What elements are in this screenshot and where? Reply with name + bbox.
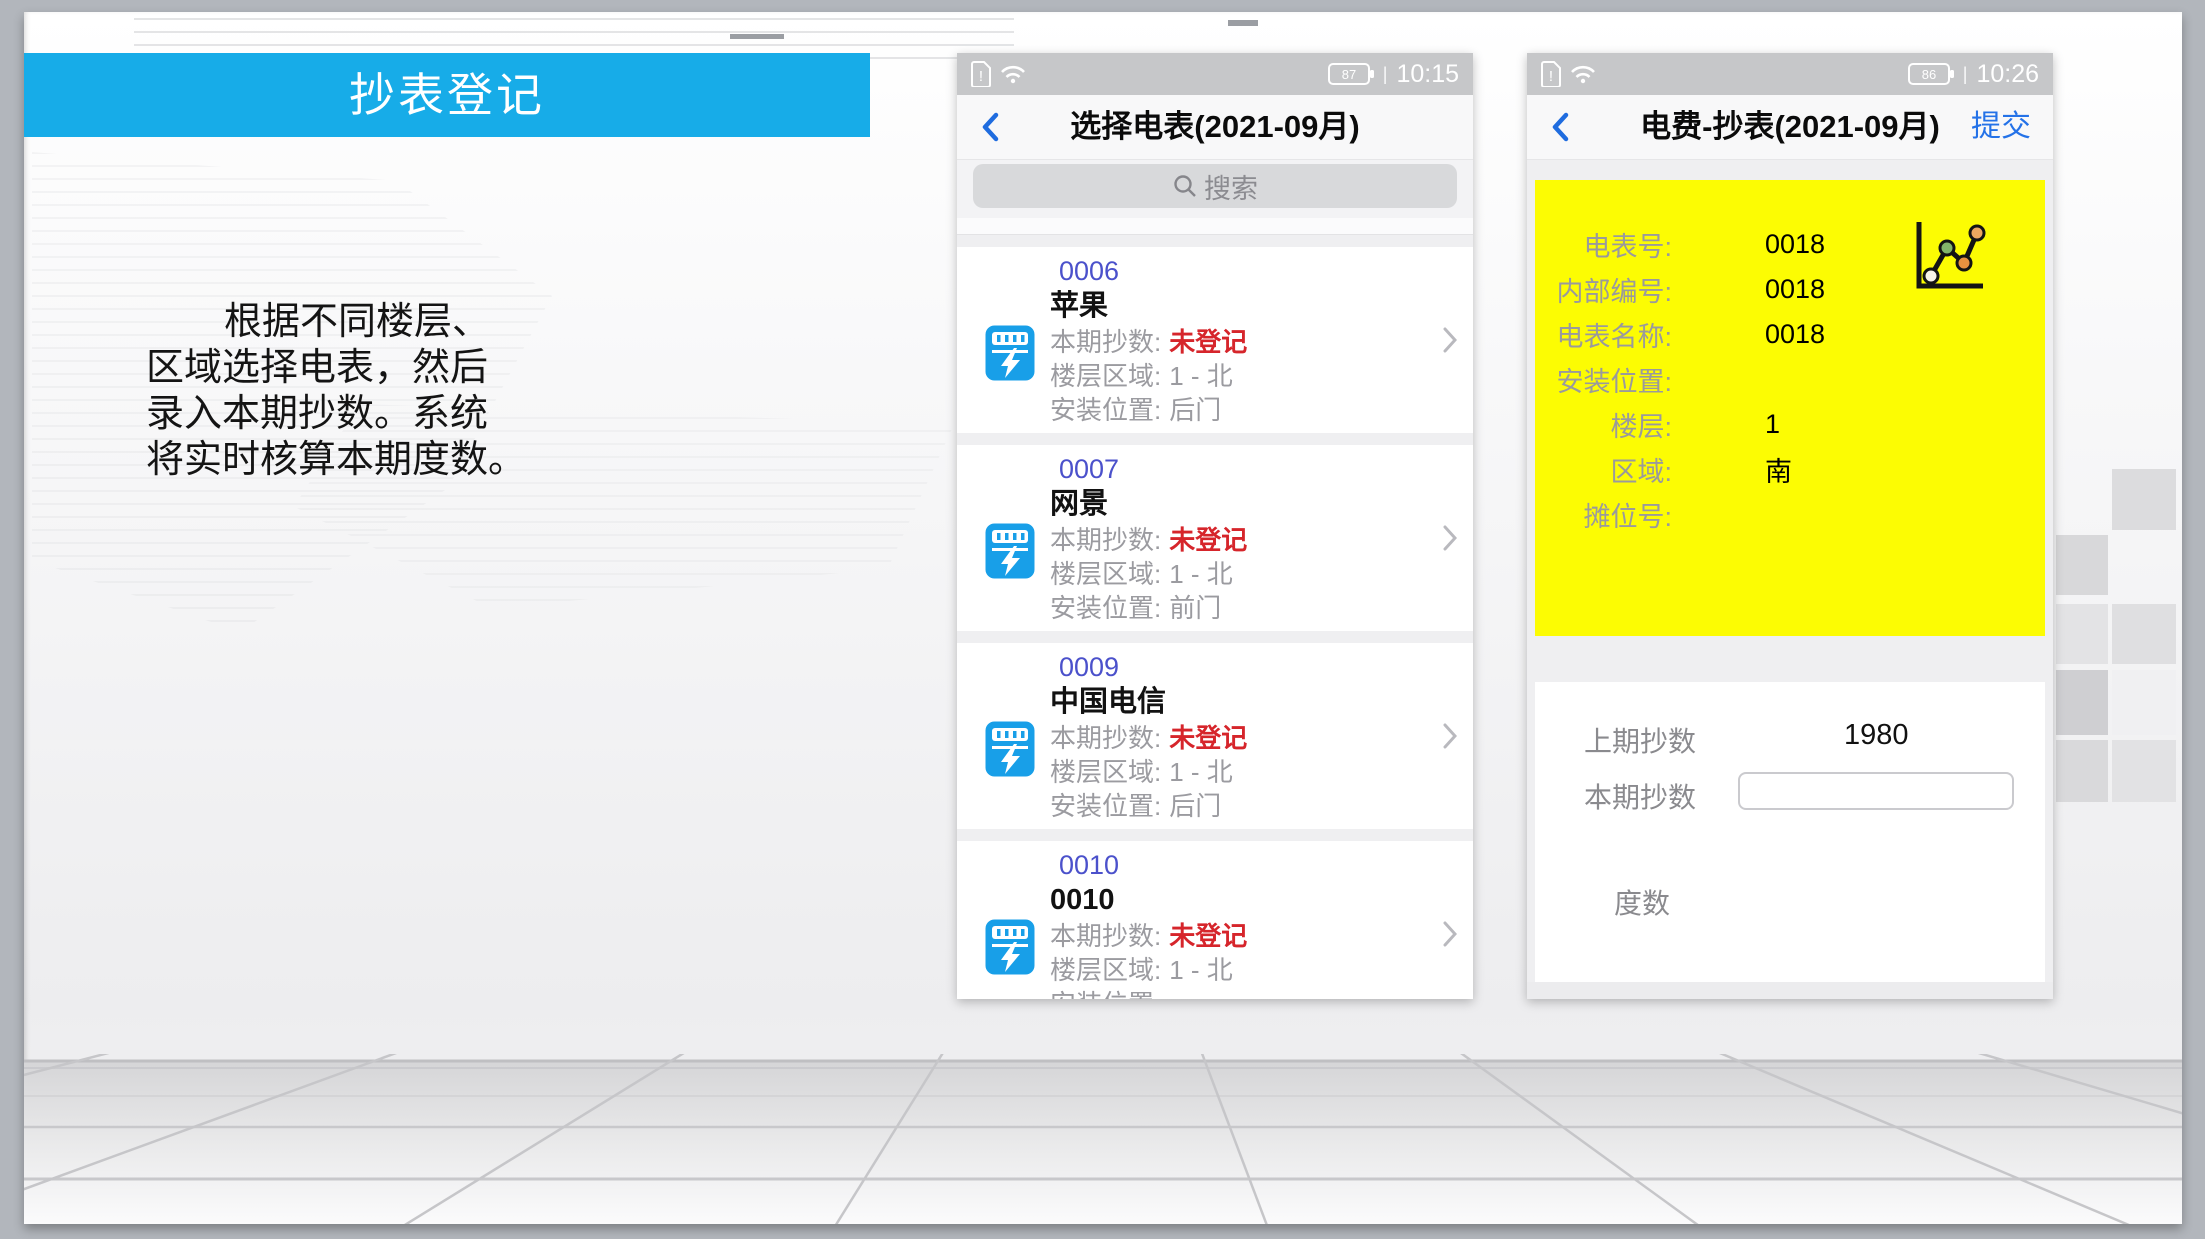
- meter-list-screen: ! 87 | 10:15 选: [957, 53, 1473, 999]
- meter-reading-screen: ! 86 | 10:26 电: [1527, 53, 2053, 999]
- battery-icon: 86: [1908, 63, 1954, 85]
- meter-list-item[interactable]: 0007 网景 本期抄数:未登记 楼层区域:1 - 北 安装位置:前门: [957, 445, 1473, 631]
- current-reading-label: 本期抄数: [1584, 776, 1696, 816]
- sim-icon: !: [971, 61, 991, 87]
- search-input[interactable]: 搜索: [973, 164, 1457, 208]
- status-time: 10:26: [1976, 60, 2039, 89]
- slide-body-text: 根据不同楼层、 区域选择电表，然后 录入本期抄数。系统 将实时核算本期度数。: [146, 298, 586, 482]
- meter-icon: [984, 522, 1036, 580]
- chevron-right-icon: [1443, 921, 1457, 947]
- map-dash: [730, 34, 784, 39]
- current-reading-input[interactable]: [1738, 772, 2014, 810]
- meter-list-item[interactable]: 0010 0010 本期抄数:未登记 楼层区域:1 - 北 安装位置:: [957, 841, 1473, 999]
- reading-status: 未登记: [1169, 921, 1247, 951]
- meter-area-row: 楼层区域:1 - 北: [1050, 953, 1473, 987]
- sim-icon: !: [1541, 61, 1561, 87]
- meter-reading-row: 本期抄数:未登记: [1050, 325, 1473, 359]
- search-section: 搜索: [957, 160, 1473, 218]
- body-line: 根据不同楼层、: [146, 298, 586, 344]
- svg-text:!: !: [979, 68, 983, 85]
- screen-footer: 版权所有:2021,台州市文达软件开发有限公司: [1527, 982, 2053, 999]
- submit-button[interactable]: 提交: [1971, 95, 2031, 158]
- meter-area-row: 楼层区域:1 - 北: [1050, 359, 1473, 393]
- meter-name: 网景: [1050, 485, 1473, 523]
- meter-name: 苹果: [1050, 287, 1473, 325]
- meter-position-row: 安装位置:: [1050, 987, 1473, 999]
- list-top-strip: [957, 218, 1473, 235]
- meter-code: 0010: [1059, 841, 1473, 881]
- reading-status: 未登记: [1169, 327, 1247, 357]
- meter-info-panel: 电表号:0018 内部编号:0018 电表名称:0018 安装位置: 楼层:1 …: [1535, 180, 2045, 636]
- meter-position-row: 安装位置:后门: [1050, 393, 1473, 427]
- reading-status: 未登记: [1169, 525, 1247, 555]
- meter-reading-row: 本期抄数:未登记: [1050, 919, 1473, 953]
- meter-area-row: 楼层区域:1 - 北: [1050, 755, 1473, 789]
- chevron-right-icon: [1443, 723, 1457, 749]
- line-chart-icon: [1909, 218, 1987, 296]
- wifi-icon: [1000, 64, 1026, 84]
- meter-code: 0007: [1059, 445, 1473, 485]
- nav-bar: 电费-抄表(2021-09月) 提交: [1527, 95, 2053, 160]
- meter-code: 0006: [1059, 247, 1473, 287]
- meter-list: 0006 苹果 本期抄数:未登记 楼层区域:1 - 北 安装位置:后门: [957, 218, 1473, 999]
- meter-list-item[interactable]: 0006 苹果 本期抄数:未登记 楼层区域:1 - 北 安装位置:后门: [957, 247, 1473, 433]
- nav-bar: 选择电表(2021-09月): [957, 95, 1473, 160]
- battery-icon: 87: [1328, 63, 1374, 85]
- meter-name: 中国电信: [1050, 683, 1473, 721]
- meter-list-item[interactable]: 0009 中国电信 本期抄数:未登记 楼层区域:1 - 北 安装位置:后门: [957, 643, 1473, 829]
- degrees-label: 度数: [1614, 882, 1670, 922]
- meter-reading-row: 本期抄数:未登记: [1050, 721, 1473, 755]
- body-line: 录入本期抄数。系统: [146, 390, 586, 436]
- meter-position-row: 安装位置:后门: [1050, 789, 1473, 823]
- battery-separator: |: [1383, 64, 1388, 85]
- chevron-right-icon: [1443, 525, 1457, 551]
- reading-form-card: 上期抄数 1980 本期抄数 度数: [1535, 682, 2045, 982]
- info-row: 安装位置:: [1535, 357, 2045, 402]
- info-row: 摊位号:: [1535, 492, 2045, 537]
- status-bar: ! 86 | 10:26: [1527, 53, 2053, 95]
- status-bar: ! 87 | 10:15: [957, 53, 1473, 95]
- meter-code: 0009: [1059, 643, 1473, 683]
- meter-position-row: 安装位置:前门: [1050, 591, 1473, 625]
- slide: 抄表登记 根据不同楼层、 区域选择电表，然后 录入本期抄数。系统 将实时核算本期…: [24, 12, 2182, 1224]
- floor-grid: [24, 1054, 2182, 1224]
- body-line: 将实时核算本期度数。: [146, 436, 586, 482]
- prev-reading-label: 上期抄数: [1584, 720, 1696, 760]
- search-placeholder: 搜索: [1204, 167, 1258, 206]
- battery-percent: 86: [1922, 67, 1936, 82]
- meter-icon: [984, 918, 1036, 976]
- reading-status: 未登记: [1169, 723, 1247, 753]
- map-dash: [1228, 20, 1258, 26]
- slide-stage: 抄表登记 根据不同楼层、 区域选择电表，然后 录入本期抄数。系统 将实时核算本期…: [0, 0, 2205, 1239]
- battery-percent: 87: [1342, 67, 1356, 82]
- battery-separator: |: [1963, 64, 1968, 85]
- meter-area-row: 楼层区域:1 - 北: [1050, 557, 1473, 591]
- chevron-right-icon: [1443, 327, 1457, 353]
- body-line: 区域选择电表，然后: [146, 344, 586, 390]
- svg-text:!: !: [1549, 68, 1553, 85]
- search-icon: [1172, 173, 1198, 199]
- meter-name: 0010: [1050, 881, 1473, 919]
- status-time: 10:15: [1396, 60, 1459, 89]
- wifi-icon: [1570, 64, 1596, 84]
- page-title: 抄表登记: [24, 53, 870, 137]
- info-row: 楼层:1: [1535, 402, 2045, 447]
- info-row: 电表名称:0018: [1535, 312, 2045, 357]
- prev-reading-value: 1980: [1844, 719, 1909, 752]
- meter-icon: [984, 720, 1036, 778]
- screen-title: 选择电表(2021-09月): [957, 95, 1473, 158]
- info-row: 区域:南: [1535, 447, 2045, 492]
- meter-reading-row: 本期抄数:未登记: [1050, 523, 1473, 557]
- meter-icon: [984, 324, 1036, 382]
